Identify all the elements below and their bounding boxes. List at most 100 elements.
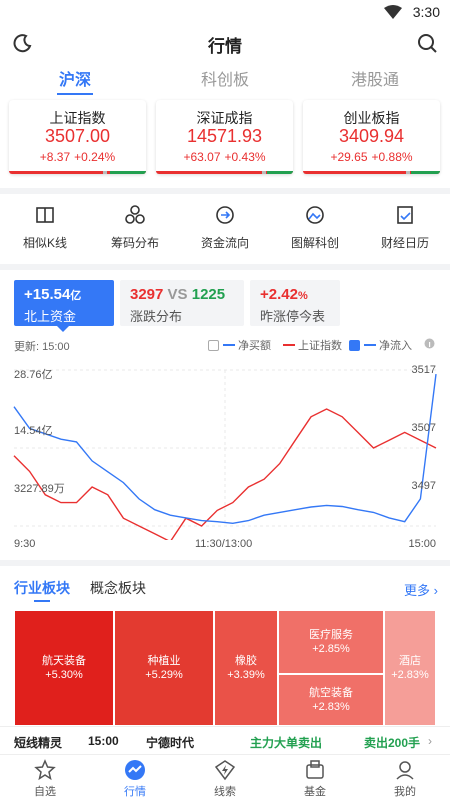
y-top-right: 3517 xyxy=(411,364,436,376)
tool-kechuang-graphic[interactable]: 图解科创 xyxy=(270,204,360,251)
tab-ganggutong[interactable]: 港股通 xyxy=(300,66,450,90)
y-mid-right: 3507 xyxy=(411,422,436,434)
search-icon[interactable] xyxy=(416,32,438,54)
index-change: +63.07 +0.43% xyxy=(183,150,266,164)
tab-label: 沪深 xyxy=(58,72,91,89)
card-pointer xyxy=(57,326,69,332)
index-card-sz[interactable]: 深证成指 14571.93 +63.07 +0.43% xyxy=(156,100,293,174)
north-fund-value: +15.54亿 xyxy=(24,286,82,303)
north-fund-card[interactable]: +15.54亿 北上资金 xyxy=(14,280,114,326)
y-bottom-right: 3497 xyxy=(411,480,436,492)
tool-label: 资金流向 xyxy=(200,236,249,250)
limit-value: +2.42% xyxy=(260,286,308,303)
book-icon xyxy=(36,207,54,223)
limit-card[interactable]: +2.42% 昨涨停今表 xyxy=(250,280,340,326)
wifi-icon xyxy=(384,5,402,19)
info-icon[interactable] xyxy=(424,338,435,349)
alert-ticker[interactable]: 短线精灵 15:00 宁德时代 主力大单卖出 卖出200手 › xyxy=(0,726,450,755)
index-value: 3507.00 xyxy=(44,126,111,146)
fund-icon xyxy=(306,760,324,779)
status-bar: 3:30 xyxy=(0,0,450,24)
legend-net-buy[interactable]: 净买额 xyxy=(208,337,271,353)
index-value: 3409.94 xyxy=(338,126,405,146)
index-card-sh[interactable]: 上证指数 3507.00 +8.37 +0.24% xyxy=(9,100,146,174)
flow-chart: 28.76亿 14.54亿 3227.89万 3517 3507 3497 xyxy=(0,356,450,556)
updown-card[interactable]: 3297 VS 1225 涨跌分布 xyxy=(120,280,244,326)
y-top-left: 28.76亿 xyxy=(14,369,53,381)
nav-fund[interactable]: 基金 xyxy=(270,759,360,799)
nav-label: 我的 xyxy=(394,786,416,798)
market-tabs: 沪深 科创板 港股通 xyxy=(0,62,450,95)
legend-label: 上证指数 xyxy=(298,340,342,352)
sector-tile[interactable]: 航空装备 +2.83% xyxy=(278,674,384,726)
legend-net-inflow[interactable]: 净流入 xyxy=(349,337,412,353)
nav-watchlist[interactable]: 自选 xyxy=(0,759,90,799)
tab-industry[interactable]: 行业板块 xyxy=(14,578,70,602)
tab-underline xyxy=(57,93,93,95)
index-name: 深证成指 xyxy=(196,110,253,126)
tool-label: 筹码分布 xyxy=(110,236,159,250)
tab-underline xyxy=(34,600,50,602)
header: 行情 xyxy=(0,26,450,62)
tab-kechuang[interactable]: 科创板 xyxy=(150,66,300,90)
bottom-nav: 自选 行情 线索 基金 我的 xyxy=(0,754,450,801)
x-start: 9:30 xyxy=(14,538,36,550)
chips-icon xyxy=(125,205,145,224)
updown-bar xyxy=(303,171,440,174)
updown-bar xyxy=(9,171,146,174)
tab-label: 科创板 xyxy=(200,72,249,89)
legend-label: 净买额 xyxy=(238,340,271,352)
tab-label: 行业板块 xyxy=(14,580,70,596)
updown-label: 涨跌分布 xyxy=(130,309,183,324)
tool-flow[interactable]: 资金流向 xyxy=(180,204,270,251)
tab-label: 港股通 xyxy=(350,72,399,89)
nav-market[interactable]: 行情 xyxy=(90,759,180,799)
updown-value: 3297 VS 1225 xyxy=(130,286,226,303)
user-icon xyxy=(396,761,414,780)
checkbox[interactable] xyxy=(208,339,219,351)
x-mid: 11:30/13:00 xyxy=(195,538,253,550)
nav-label: 线索 xyxy=(214,786,236,798)
tool-calendar[interactable]: 财经日历 xyxy=(360,204,450,251)
nav-label: 自选 xyxy=(34,786,56,798)
ticker-time: 15:00 xyxy=(88,734,119,748)
flow-cards: +15.54亿 北上资金 3297 VS 1225 涨跌分布 +2.42% 昨涨… xyxy=(0,280,450,326)
nav-clues[interactable]: 线索 xyxy=(180,759,270,799)
sector-tile[interactable]: 航天装备 +5.30% xyxy=(14,610,114,726)
divider xyxy=(0,264,450,270)
tool-similar-kline[interactable]: 相似K线 xyxy=(0,204,90,251)
tool-label: 相似K线 xyxy=(22,236,67,250)
y-mid-left: 14.54亿 xyxy=(14,425,53,437)
sector-tile[interactable]: 橡胶 +3.39% xyxy=(214,610,278,726)
sector-tile[interactable]: 酒店 +2.83% xyxy=(384,610,436,726)
updown-bar xyxy=(156,171,293,174)
x-axis-labels: 9:30 11:30/13:00 15:00 xyxy=(0,538,450,552)
trend-icon xyxy=(125,760,145,780)
sector-tile[interactable]: 种植业 +5.29% xyxy=(114,610,214,726)
divider xyxy=(0,560,450,566)
more-link[interactable]: 更多 › xyxy=(404,580,438,599)
nav-me[interactable]: 我的 xyxy=(360,759,450,799)
nav-label: 基金 xyxy=(304,786,326,798)
lightning-icon xyxy=(214,760,236,781)
image-icon xyxy=(306,206,324,224)
legend-label: 净流入 xyxy=(379,340,412,352)
nav-label: 行情 xyxy=(124,786,146,798)
y-bottom-left: 3227.89万 xyxy=(14,483,65,495)
chart-svg xyxy=(13,369,437,543)
index-value: 14571.93 xyxy=(186,126,263,146)
sector-tile[interactable]: 医疗服务 +2.85% xyxy=(278,610,384,674)
ticker-title: 短线精灵 xyxy=(14,736,63,750)
index-change: +8.37 +0.24% xyxy=(39,150,116,164)
limit-label: 昨涨停今表 xyxy=(260,309,326,324)
index-name: 创业板指 xyxy=(343,110,400,126)
checkbox-checked[interactable] xyxy=(349,339,360,351)
index-name: 上证指数 xyxy=(49,110,106,126)
tab-hushen[interactable]: 沪深 xyxy=(0,66,150,95)
ticker-event: 主力大单卖出 xyxy=(250,736,323,750)
tab-concept[interactable]: 概念板块 xyxy=(90,578,146,598)
divider xyxy=(0,188,450,194)
tool-chips[interactable]: 筹码分布 xyxy=(90,204,180,251)
calendar-icon xyxy=(397,206,413,224)
index-card-cyb[interactable]: 创业板指 3409.94 +29.65 +0.88% xyxy=(303,100,440,174)
